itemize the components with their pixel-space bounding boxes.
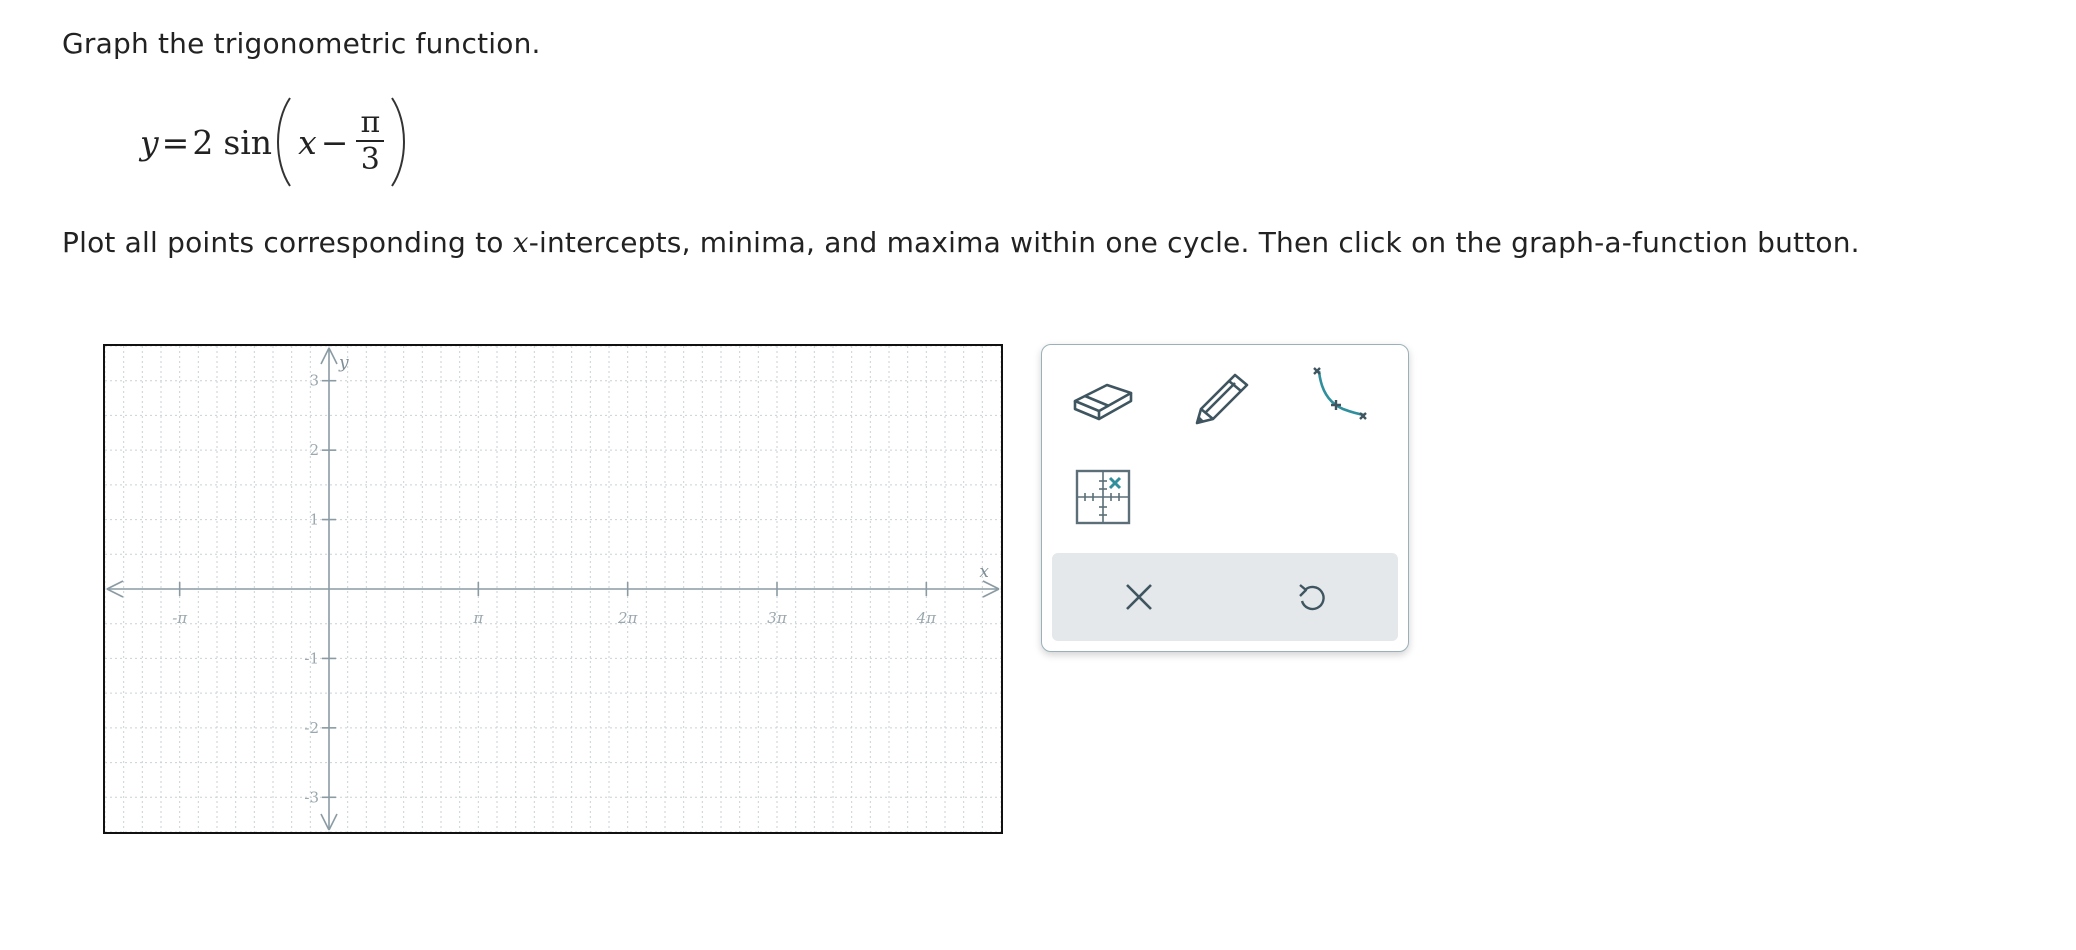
instruction-heading: Graph the trigonometric function. [62, 27, 541, 60]
equation-equals: = [161, 122, 190, 162]
eraser-icon [1073, 383, 1133, 421]
clear-button[interactable] [1094, 563, 1184, 631]
instruction-task-after: -intercepts, minima, and maxima within o… [528, 226, 1860, 259]
point-plot-icon [1075, 469, 1131, 525]
eraser-tool-button[interactable] [1067, 363, 1139, 435]
equation-fraction: π 3 [356, 105, 385, 178]
right-paren-icon [391, 97, 406, 187]
x-tick-label: 3π [767, 609, 788, 627]
tool-panel [1041, 344, 1409, 652]
x-tick-label: 4π [916, 609, 938, 627]
graph-function-button[interactable] [1303, 363, 1375, 435]
fraction-numerator: π [360, 105, 381, 140]
equation-func: sin [223, 122, 273, 162]
instruction-task-before: Plot all points corresponding to [62, 226, 513, 259]
sine-curve-tool-icon [1313, 367, 1367, 420]
fraction-denominator: 3 [360, 142, 380, 177]
function-equation: y = 2 sin x − π 3 [140, 92, 410, 192]
y-tick-label: -1 [304, 649, 319, 667]
y-tick-label: -2 [304, 719, 319, 737]
point-plot-tool-button[interactable] [1067, 461, 1139, 533]
equation-lhs: y [140, 122, 159, 162]
x-tick-label: π [472, 609, 484, 627]
x-tick-label: -π [172, 609, 188, 627]
y-tick-label: 3 [309, 372, 319, 390]
pencil-tool-button[interactable] [1185, 363, 1257, 435]
undo-icon [1299, 584, 1325, 611]
y-tick-label: 1 [309, 511, 319, 529]
x-tick-label: 2π [617, 609, 639, 627]
undo-button[interactable] [1266, 563, 1356, 631]
y-tick-label: -3 [304, 788, 319, 806]
clear-icon [1126, 584, 1152, 610]
action-bar [1052, 553, 1398, 641]
equation-minus: − [320, 122, 349, 162]
y-tick-label: 2 [309, 441, 319, 459]
equation-arg-var: x [298, 122, 317, 162]
equation-coefficient: 2 [192, 122, 214, 162]
instruction-task: Plot all points corresponding to x-inter… [62, 225, 1860, 261]
graph-canvas[interactable]: x y -π π 2π 3π 4π 3 2 1 -1 -2 -3 [103, 344, 1003, 834]
coordinate-plane[interactable]: x y -π π 2π 3π 4π 3 2 1 -1 -2 -3 [105, 346, 1001, 832]
y-axis-label: y [338, 353, 349, 373]
instruction-task-var: x [512, 226, 529, 259]
left-paren-icon [277, 97, 291, 187]
x-axis-label: x [979, 562, 989, 582]
pencil-icon [1195, 373, 1249, 425]
